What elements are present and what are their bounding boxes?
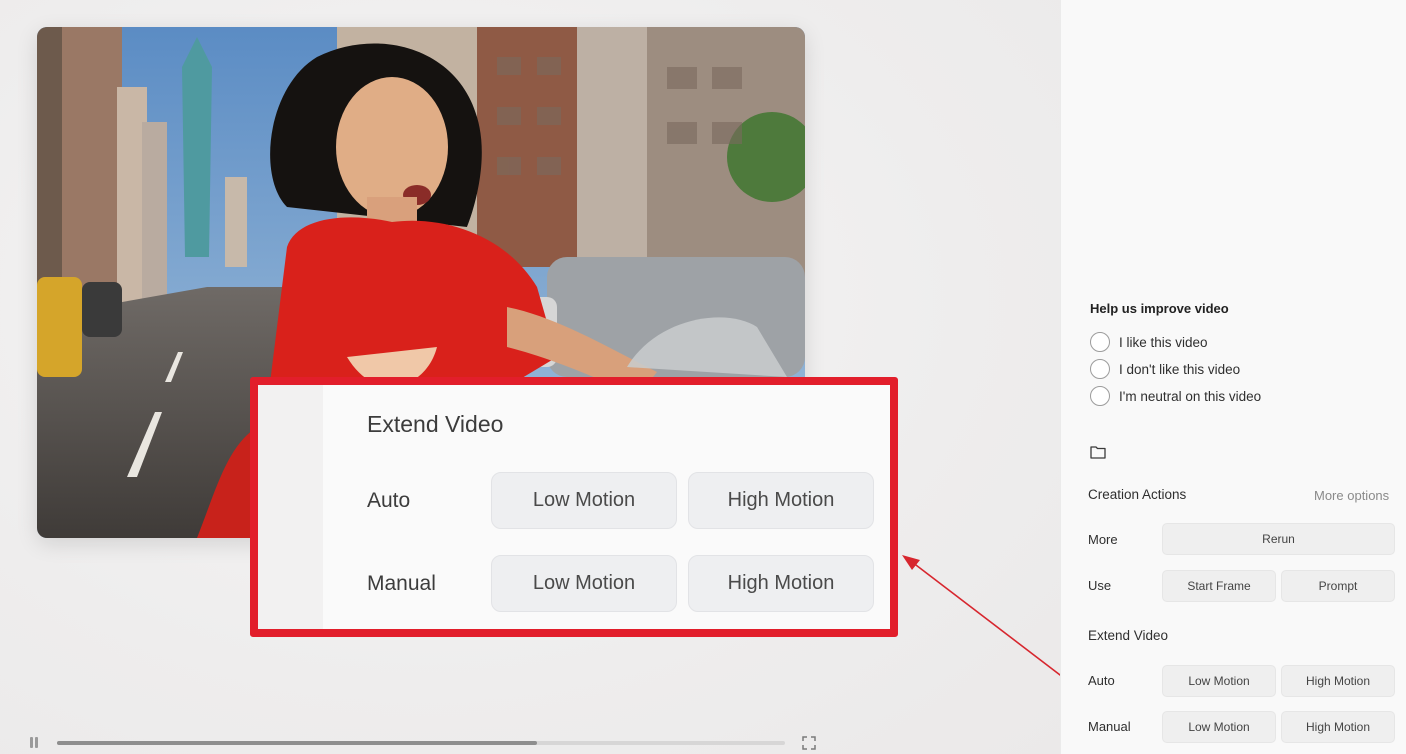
feedback-option-neutral[interactable]: I'm neutral on this video [1090, 386, 1261, 406]
auto-high-motion-button[interactable]: High Motion [1281, 665, 1395, 697]
radio-button[interactable] [1090, 332, 1110, 352]
extend-auto-label: Auto [1088, 673, 1115, 688]
video-timeline[interactable] [57, 741, 785, 745]
callout-left-strip [258, 385, 323, 629]
pause-icon[interactable] [28, 737, 40, 749]
start-frame-button[interactable]: Start Frame [1162, 570, 1276, 602]
callout-manual-high-motion-button[interactable]: High Motion [688, 555, 874, 612]
feedback-option-label: I like this video [1119, 334, 1208, 350]
callout-title: Extend Video [367, 411, 504, 437]
folder-icon[interactable] [1090, 445, 1106, 459]
callout-auto-label: Auto [367, 489, 411, 512]
feedback-title: Help us improve video [1090, 301, 1229, 316]
manual-high-motion-button[interactable]: High Motion [1281, 711, 1395, 743]
prompt-button[interactable]: Prompt [1281, 570, 1395, 602]
extend-video-callout: Extend Video Auto Low Motion High Motion… [250, 377, 898, 637]
extend-video-title: Extend Video [1088, 628, 1169, 643]
feedback-option-like[interactable]: I like this video [1090, 332, 1208, 352]
extend-manual-label: Manual [1088, 719, 1131, 734]
side-panel: Help us improve video I like this video … [1060, 0, 1406, 754]
timeline-progress [57, 741, 538, 745]
callout-auto-high-motion-button[interactable]: High Motion [688, 472, 874, 529]
callout-auto-low-motion-button[interactable]: Low Motion [491, 472, 677, 529]
auto-low-motion-button[interactable]: Low Motion [1162, 665, 1276, 697]
rerun-button[interactable]: Rerun [1162, 523, 1395, 555]
callout-manual-label: Manual [367, 572, 436, 595]
radio-button[interactable] [1090, 359, 1110, 379]
feedback-option-dislike[interactable]: I don't like this video [1090, 359, 1240, 379]
fullscreen-icon[interactable] [802, 736, 816, 750]
radio-button[interactable] [1090, 386, 1110, 406]
manual-low-motion-button[interactable]: Low Motion [1162, 711, 1276, 743]
use-label: Use [1088, 578, 1112, 593]
more-label: More [1088, 532, 1118, 547]
more-options-link[interactable]: More options [1314, 488, 1389, 503]
creation-actions-title: Creation Actions [1088, 487, 1187, 502]
video-canvas: Extend Video Auto Low Motion High Motion… [0, 0, 1060, 754]
callout-manual-low-motion-button[interactable]: Low Motion [491, 555, 677, 612]
feedback-option-label: I'm neutral on this video [1119, 388, 1262, 404]
feedback-option-label: I don't like this video [1119, 361, 1241, 377]
